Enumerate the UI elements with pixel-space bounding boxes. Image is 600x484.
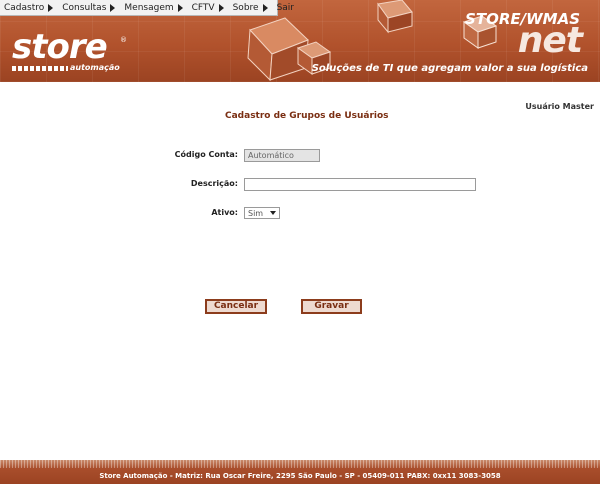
top-menu-bar: Cadastro Consultas Mensagem CFTV Sobre Sair xyxy=(0,0,294,16)
logo-word: store xyxy=(12,27,108,67)
logo-registered-mark: ® xyxy=(120,36,127,44)
menu-item-consultas[interactable]: Consultas xyxy=(62,2,116,13)
menu-item-label: Sobre xyxy=(232,2,259,13)
cube-decoration-top-icon xyxy=(377,0,413,34)
logo-subtitle: automação xyxy=(70,63,120,72)
menu-arrow-right-icon xyxy=(110,3,116,12)
page-title: Cadastro de Grupos de Usuários xyxy=(225,111,389,121)
store-logo: store ® automação xyxy=(12,27,127,72)
codigo-conta-field: Automático xyxy=(244,149,320,162)
menu-item-label: Sair xyxy=(276,2,295,13)
menu-item-cftv[interactable]: CFTV xyxy=(192,3,224,13)
codigo-conta-label: Código Conta: xyxy=(174,150,238,159)
menu-item-label: Mensagem xyxy=(124,2,174,13)
logo-stripes xyxy=(12,66,68,71)
banner-tagline: Soluções de TI que agregam valor a sua l… xyxy=(311,63,588,74)
ativo-select[interactable]: Sim xyxy=(244,207,280,219)
menu-arrow-right-icon xyxy=(218,3,224,12)
ativo-label: Ativo: xyxy=(211,208,238,217)
chevron-down-icon xyxy=(270,211,276,215)
menu-item-mensagem[interactable]: Mensagem xyxy=(124,2,183,13)
footer-dot-pattern xyxy=(0,460,600,468)
save-button[interactable]: Gravar xyxy=(301,299,362,314)
menu-item-label: Consultas xyxy=(62,2,107,13)
cancel-button[interactable]: Cancelar xyxy=(205,299,267,314)
ativo-select-value: Sim xyxy=(248,209,264,218)
header-banner: Cadastro Consultas Mensagem CFTV Sobre Sair s… xyxy=(0,0,600,82)
menu-arrow-right-icon xyxy=(48,3,54,12)
menu-arrow-right-icon xyxy=(177,3,183,12)
menu-item-sair[interactable]: Sair xyxy=(277,3,294,13)
menu-item-cadastro[interactable]: Cadastro xyxy=(4,2,54,13)
logged-user-label: Usuário Master xyxy=(525,102,594,111)
product-net-wordmark: net xyxy=(517,20,583,61)
menu-item-label: Cadastro xyxy=(4,2,45,13)
footer-address: Store Automação - Matriz: Rua Oscar Frei… xyxy=(99,472,501,480)
descricao-input[interactable] xyxy=(244,178,476,191)
descricao-label: Descrição: xyxy=(190,179,238,188)
menu-arrow-right-icon xyxy=(262,3,268,12)
menu-item-label: CFTV xyxy=(191,2,215,13)
menu-item-sobre[interactable]: Sobre xyxy=(233,3,268,13)
